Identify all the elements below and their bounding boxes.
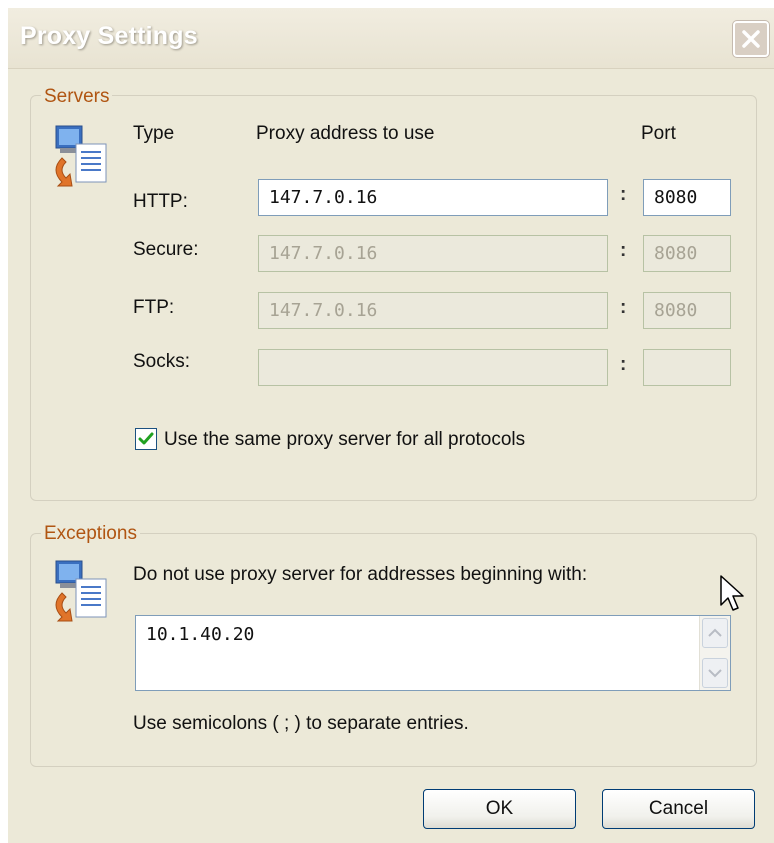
socks-address-input[interactable] [258,349,608,386]
http-port-input[interactable]: 8080 [643,179,731,216]
socks-label: Socks: [133,351,191,372]
exceptions-scrollbar[interactable] [699,616,730,690]
secure-label: Secure: [133,239,199,260]
socks-port-input[interactable] [643,349,731,386]
servers-legend: Servers [41,86,113,108]
secure-colon: : [620,240,627,261]
title-bar[interactable]: Proxy Settings [8,8,774,69]
scroll-up-button[interactable] [702,618,728,648]
exceptions-description: Do not use proxy server for addresses be… [133,564,588,585]
mouse-cursor-icon [720,575,744,611]
secure-address-input[interactable]: 147.7.0.16 [258,235,608,272]
scroll-down-button[interactable] [702,658,728,688]
ftp-colon: : [620,297,627,318]
address-header: Proxy address to use [256,123,435,144]
cancel-button[interactable]: Cancel [602,789,755,829]
ftp-port-input[interactable]: 8080 [643,292,731,329]
exceptions-value: 10.1.40.20 [146,624,255,645]
close-button[interactable] [733,21,769,57]
network-computer-icon [55,560,107,622]
same-proxy-label[interactable]: Use the same proxy server for all protoc… [164,429,525,451]
network-computer-icon [55,125,107,187]
type-header: Type [133,123,175,144]
chevron-down-icon [708,669,722,678]
close-icon [742,30,760,48]
ok-button[interactable]: OK [423,789,576,829]
http-colon: : [620,184,627,205]
secure-port-input[interactable]: 8080 [643,235,731,272]
chevron-up-icon [708,628,722,637]
checkmark-icon [138,432,154,445]
exceptions-legend: Exceptions [41,523,140,545]
ftp-address-input[interactable]: 147.7.0.16 [258,292,608,329]
proxy-settings-dialog: Proxy Settings Servers Type Proxy addres… [8,8,774,843]
dialog-title: Proxy Settings [20,22,198,50]
port-header: Port [641,123,676,144]
http-address-input[interactable]: 147.7.0.16 [258,179,608,216]
ftp-label: FTP: [133,297,175,318]
http-label: HTTP: [133,191,188,212]
exceptions-hint: Use semicolons ( ; ) to separate entries… [133,713,469,734]
same-proxy-checkbox[interactable] [135,428,157,450]
exceptions-textarea[interactable]: 10.1.40.20 [135,615,731,691]
socks-colon: : [620,354,627,375]
